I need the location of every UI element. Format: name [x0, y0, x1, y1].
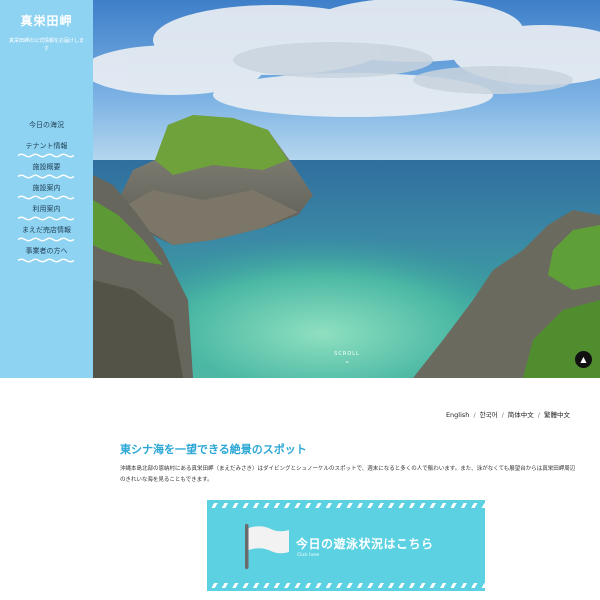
- swimming-status-banner[interactable]: 今日の遊泳状況はこちら Click here: [207, 500, 485, 591]
- nav-label: 施設案内: [32, 184, 61, 192]
- language-switcher: English / 한국어 / 简体中文 / 繁體中文: [446, 409, 570, 419]
- intro-text: 沖縄本島北部の恩納村にある真栄田岬（まえだみさき）はダイビングとシュノーケルのス…: [120, 466, 576, 483]
- flag-icon: [245, 524, 289, 569]
- nav-item-sea-conditions[interactable]: 今日の海況: [0, 118, 93, 139]
- nav-item-tenant-info[interactable]: テナント情報: [0, 139, 93, 160]
- nav-item-facility-overview[interactable]: 施設概要: [0, 160, 93, 181]
- banner-stripe-decoration: [207, 503, 485, 508]
- wave-divider-icon: [18, 237, 74, 242]
- banner-stripe-decoration: [207, 583, 485, 588]
- lang-separator: /: [501, 411, 504, 419]
- nav-item-shop-info[interactable]: まえだ売店情報: [0, 223, 93, 244]
- nav-label: まえだ売店情報: [22, 226, 71, 234]
- lang-separator: /: [537, 411, 540, 419]
- intro-heading: 東シナ海を一望できる絶景のスポット: [120, 443, 307, 456]
- chevron-down-icon: ⌄: [344, 357, 350, 365]
- wave-divider-icon: [18, 195, 74, 200]
- nav-label: テナント情報: [25, 142, 68, 150]
- wave-divider-icon: [18, 174, 74, 179]
- nav-item-facility-guide[interactable]: 施設案内: [0, 181, 93, 202]
- wave-divider-icon: [18, 216, 74, 221]
- back-to-top-button[interactable]: ▲: [575, 351, 592, 368]
- nav-item-for-businesses[interactable]: 事業者の方へ: [0, 244, 93, 265]
- nav-label: 事業者の方へ: [25, 247, 68, 255]
- wave-divider-icon: [18, 153, 74, 158]
- scroll-indicator[interactable]: SCROLL ⌄: [329, 351, 365, 365]
- cape-seascape-photo: [93, 0, 600, 378]
- nav-item-usage-guide[interactable]: 利用案内: [0, 202, 93, 223]
- lang-separator: /: [473, 411, 476, 419]
- lang-korean-link[interactable]: 한국어: [480, 411, 498, 419]
- sidebar-nav: 今日の海況 テナント情報 施設概要 施設案内 利用案内 まえだ売店情報 事業者の…: [0, 118, 93, 265]
- sidebar: 真栄田岬 真栄田岬の公式情報をお届けします 今日の海況 テナント情報 施設概要 …: [0, 0, 93, 378]
- lang-chinese-simplified-link[interactable]: 简体中文: [508, 411, 534, 419]
- nav-label: 利用案内: [32, 205, 61, 213]
- lang-english-link[interactable]: English: [446, 411, 469, 419]
- hero-image: SCROLL ⌄ ▲: [93, 0, 600, 378]
- nav-label: 施設概要: [32, 163, 61, 171]
- site-description: 真栄田岬の公式情報をお届けします: [8, 38, 84, 52]
- banner-title: 今日の遊泳状況はこちら: [296, 537, 434, 551]
- lang-chinese-traditional-link[interactable]: 繁體中文: [544, 411, 570, 419]
- site-title[interactable]: 真栄田岬: [0, 12, 93, 29]
- banner-subtitle: Click here: [297, 553, 320, 558]
- wave-divider-icon: [18, 258, 74, 263]
- nav-label: 今日の海況: [29, 121, 64, 129]
